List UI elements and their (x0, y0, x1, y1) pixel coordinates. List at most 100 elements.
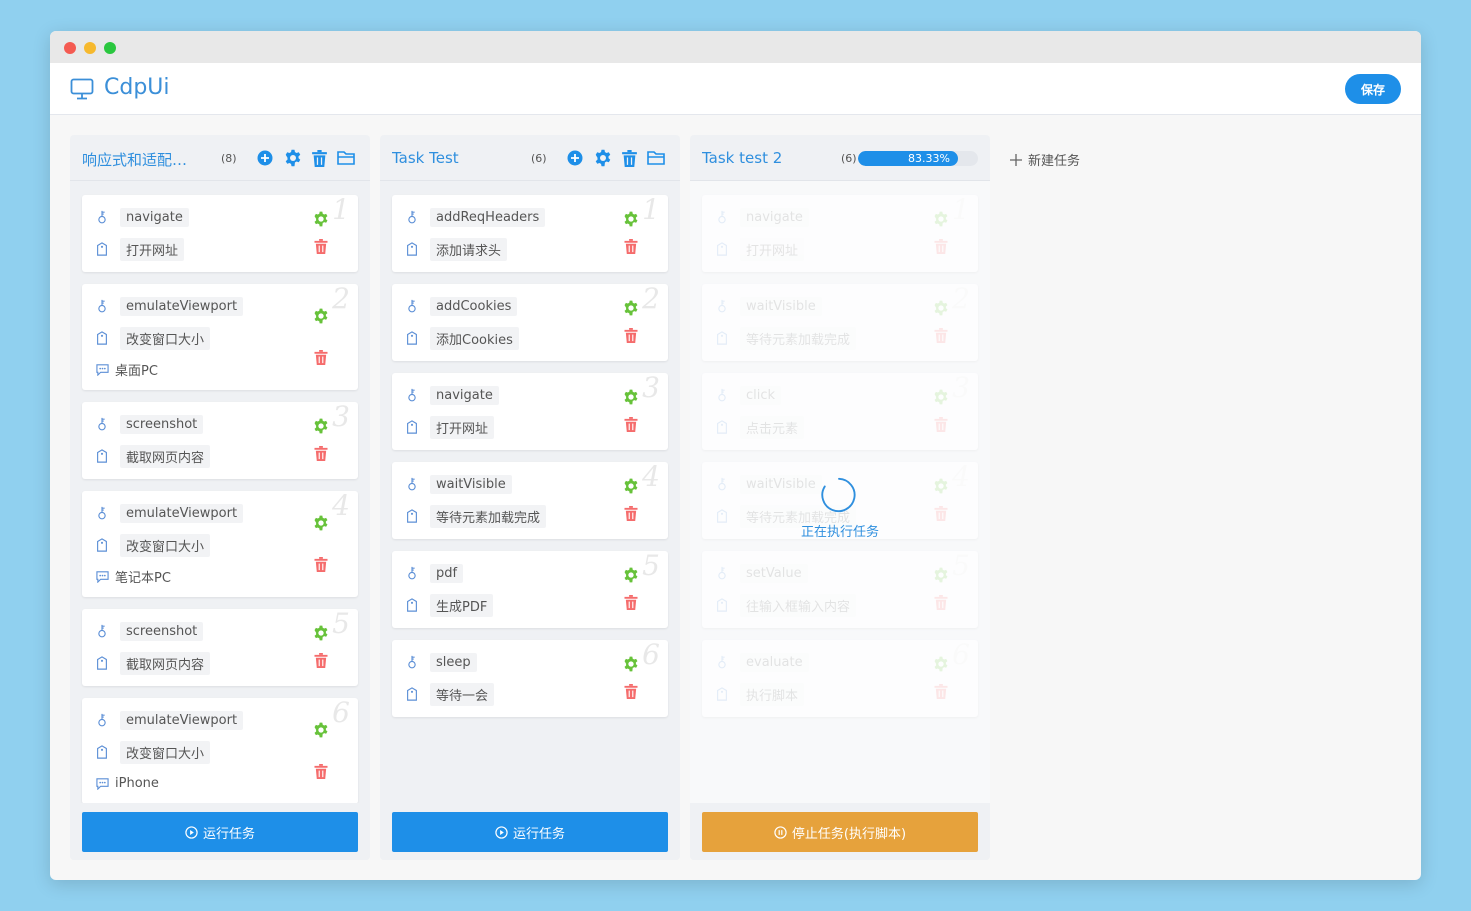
save-button[interactable]: 保存 (1345, 74, 1401, 104)
folder-icon[interactable] (647, 149, 665, 167)
add-step-icon[interactable] (566, 149, 584, 167)
gear-icon[interactable] (623, 211, 639, 227)
trash-icon[interactable] (314, 557, 328, 572)
step-card[interactable]: 1 navigate 打开网址 (82, 193, 358, 272)
gear-icon[interactable] (313, 625, 329, 641)
step-desc-row: 改变窗口大小 (96, 326, 211, 350)
tag-icon (406, 687, 418, 701)
column-title[interactable]: Task test 2 (702, 149, 782, 167)
column-count: (8) (221, 152, 237, 165)
key-icon (96, 506, 108, 520)
step-card[interactable]: 4 waitVisible 等待元素加载完成 (392, 460, 668, 539)
gear-icon[interactable] (313, 515, 329, 531)
app-header: CdpUi 保存 (50, 63, 1421, 115)
key-icon (96, 210, 108, 224)
step-note: 桌面PC (115, 363, 158, 379)
step-desc-row: 生成PDF (406, 593, 494, 617)
trash-icon[interactable] (624, 417, 638, 432)
step-card[interactable]: 2 addCookies 添加Cookies (392, 282, 668, 361)
step-action-row: navigate (406, 384, 499, 406)
running-overlay: 正在执行任务 (690, 181, 990, 803)
gear-icon[interactable] (623, 567, 639, 583)
minimize-window-button[interactable] (84, 42, 96, 54)
step-description: 改变窗口大小 (120, 740, 211, 764)
gear-icon[interactable] (623, 300, 639, 316)
step-desc-row: 等待一会 (406, 682, 495, 706)
maximize-window-button[interactable] (104, 42, 116, 54)
step-card[interactable]: 6 emulateViewport 改变窗口大小 iPhone (82, 696, 358, 804)
step-action-row: screenshot (96, 620, 204, 642)
step-description: 截取网页内容 (120, 651, 211, 675)
step-action-row: pdf (406, 562, 464, 584)
step-card[interactable]: 3 screenshot 截取网页内容 (82, 400, 358, 479)
step-number: 5 (332, 607, 350, 640)
column-count: (6) (531, 152, 547, 165)
trash-icon[interactable] (314, 653, 328, 668)
step-desc-row: 改变窗口大小 (96, 740, 211, 764)
trash-icon[interactable] (624, 595, 638, 610)
stop-task-button[interactable]: 停止任务(执行脚本) (702, 812, 978, 852)
trash-icon[interactable] (624, 328, 638, 343)
progress-label: 83.33% (908, 152, 950, 165)
step-note-row: 笔记本PC (96, 565, 171, 587)
step-action: emulateViewport (120, 296, 244, 316)
trash-icon[interactable] (624, 684, 638, 699)
task-column: Task test 2 (6) 83.33% 1 navigate 打开网址 2 (690, 135, 990, 860)
step-number: 6 (332, 696, 350, 729)
column-actions (256, 149, 355, 167)
trash-icon[interactable] (624, 239, 638, 254)
gear-icon[interactable] (623, 389, 639, 405)
gear-icon[interactable] (623, 656, 639, 672)
step-number: 1 (642, 193, 660, 226)
step-action: waitVisible (430, 474, 512, 494)
step-card[interactable]: 5 pdf 生成PDF (392, 549, 668, 628)
gear-icon[interactable] (623, 478, 639, 494)
step-action: sleep (430, 652, 477, 672)
add-step-icon[interactable] (256, 149, 274, 167)
settings-icon[interactable] (284, 149, 302, 167)
step-note: iPhone (115, 775, 159, 791)
step-action-row: navigate (96, 206, 189, 228)
step-card[interactable]: 6 sleep 等待一会 (392, 638, 668, 717)
run-task-button[interactable]: 运行任务 (392, 812, 668, 852)
key-icon (96, 624, 108, 638)
task-column: 响应式和适配… (8) 1 navigate 打开网址 2 emulateVie… (70, 135, 370, 860)
gear-icon[interactable] (313, 308, 329, 324)
delete-task-icon[interactable] (312, 150, 327, 167)
column-actions (566, 149, 665, 167)
step-desc-row: 截取网页内容 (96, 444, 211, 468)
step-action-row: screenshot (96, 413, 204, 435)
step-card[interactable]: 5 screenshot 截取网页内容 (82, 607, 358, 686)
new-task-button[interactable]: 新建任务 (1010, 150, 1080, 169)
step-action-row: emulateViewport (96, 709, 244, 731)
step-number: 4 (332, 489, 350, 522)
run-task-button[interactable]: 运行任务 (82, 812, 358, 852)
trash-icon[interactable] (314, 350, 328, 365)
folder-icon[interactable] (337, 149, 355, 167)
settings-icon[interactable] (594, 149, 612, 167)
delete-task-icon[interactable] (622, 150, 637, 167)
gear-icon[interactable] (313, 418, 329, 434)
step-number: 6 (642, 638, 660, 671)
trash-icon[interactable] (314, 764, 328, 779)
close-window-button[interactable] (64, 42, 76, 54)
column-title[interactable]: 响应式和适配… (82, 149, 187, 170)
step-action: emulateViewport (120, 503, 244, 523)
step-card[interactable]: 3 navigate 打开网址 (392, 371, 668, 450)
key-icon (96, 417, 108, 431)
key-icon (406, 299, 418, 313)
step-card[interactable]: 4 emulateViewport 改变窗口大小 笔记本PC (82, 489, 358, 597)
trash-icon[interactable] (314, 446, 328, 461)
gear-icon[interactable] (313, 211, 329, 227)
step-card[interactable]: 1 addReqHeaders 添加请求头 (392, 193, 668, 272)
step-description: 生成PDF (430, 593, 494, 617)
step-desc-row: 打开网址 (96, 237, 185, 261)
column-title[interactable]: Task Test (392, 149, 459, 167)
trash-icon[interactable] (314, 239, 328, 254)
progress-bar: 83.33% (858, 151, 978, 166)
gear-icon[interactable] (313, 722, 329, 738)
new-task-label: 新建任务 (1028, 154, 1081, 169)
key-icon (96, 713, 108, 727)
step-card[interactable]: 2 emulateViewport 改变窗口大小 桌面PC (82, 282, 358, 390)
trash-icon[interactable] (624, 506, 638, 521)
